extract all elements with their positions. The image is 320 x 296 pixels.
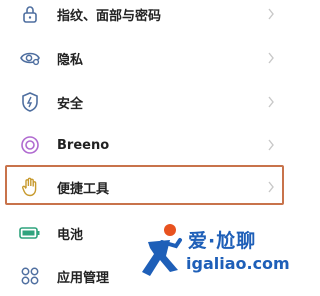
settings-item-breeno[interactable]: Breeno [0, 125, 297, 165]
battery-icon [19, 222, 41, 244]
apps-icon [19, 265, 41, 287]
breeno-icon [19, 134, 41, 156]
chevron-right-icon [266, 7, 276, 21]
watermark-runner-icon [142, 224, 182, 276]
settings-item-label: Breeno [57, 137, 110, 153]
highlight-box [5, 165, 284, 205]
watermark-logo: 爱·尬聊 igaliao.com [140, 220, 290, 280]
shield-icon [19, 91, 41, 113]
settings-item-label: 指纹、面部与密码 [57, 8, 162, 24]
settings-item-fingerprint-face-password[interactable]: 指纹、面部与密码 [0, 0, 297, 34]
chevron-right-icon [266, 51, 276, 65]
settings-item-security[interactable]: 安全 [0, 82, 297, 122]
settings-item-label: 隐私 [57, 52, 84, 68]
lock-icon [19, 3, 41, 25]
watermark-brand: 爱·尬聊 [188, 230, 257, 252]
chevron-right-icon [266, 138, 276, 152]
watermark-url: igaliao.com [186, 254, 290, 273]
privacy-eye-icon [19, 47, 41, 69]
settings-item-label: 电池 [57, 227, 84, 243]
settings-item-label: 安全 [57, 96, 84, 112]
settings-item-label: 应用管理 [57, 270, 110, 286]
chevron-right-icon [266, 95, 276, 109]
settings-item-privacy[interactable]: 隐私 [0, 38, 297, 78]
